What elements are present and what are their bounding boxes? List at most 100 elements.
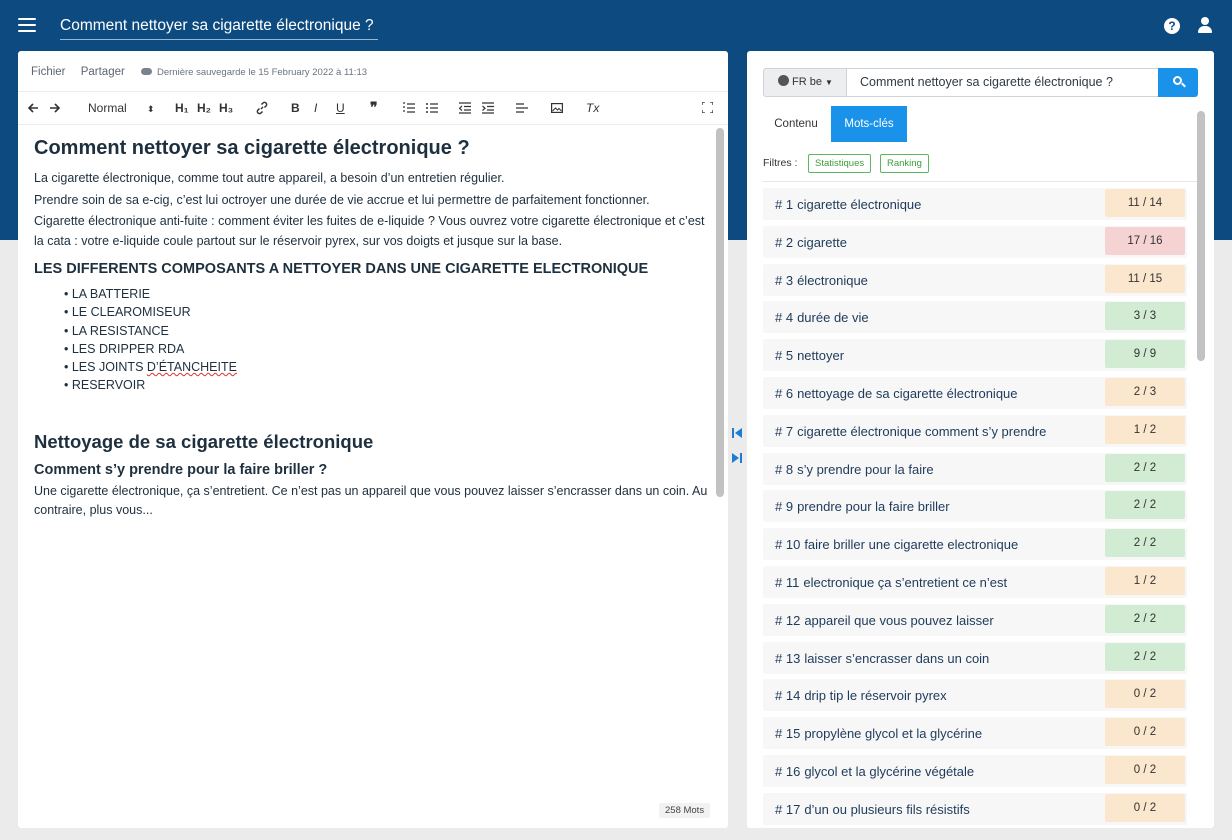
keyword-row[interactable]: # 17 d’un ou plusieurs fils résistifs 0 / … xyxy=(763,792,1187,825)
doc-paragraph-1: La cigarette électronique, comme tout au… xyxy=(34,171,505,185)
keyword-score-badge: 9 / 9 xyxy=(1105,340,1185,369)
doc-paragraph-4: Une cigarette électronique, ça s’entreti… xyxy=(34,483,708,518)
bold-button[interactable]: B xyxy=(291,101,300,115)
filter-ranking[interactable]: Ranking xyxy=(880,154,929,173)
keyword-row[interactable]: # 8 s’y prendre pour la faire 2 / 2 xyxy=(763,452,1187,485)
bullet-list-icon[interactable] xyxy=(426,102,438,114)
clear-format-icon[interactable]: Tx xyxy=(586,101,599,115)
language-select[interactable]: FR be ▼ xyxy=(763,68,847,97)
spellcheck-word[interactable]: D’ÉTANCHEITE xyxy=(147,360,237,374)
keyword-score-badge: 1 / 2 xyxy=(1105,566,1185,595)
menu-icon[interactable] xyxy=(18,18,36,32)
keyword-label: # 2 cigarette xyxy=(775,235,847,250)
keyword-text: appareil que vous pouvez laisser xyxy=(804,612,994,628)
link-icon[interactable] xyxy=(255,101,269,115)
keyword-row[interactable]: # 4 durée de vie 3 / 3 xyxy=(763,301,1187,334)
keyword-row[interactable]: # 12 appareil que vous pouvez laisser 2 / … xyxy=(763,603,1187,636)
keyword-text: s’y prendre pour la faire xyxy=(797,461,934,477)
keyword-text: faire briller une cigarette electronique xyxy=(804,537,1019,553)
keyword-rank: # 12 xyxy=(775,612,801,628)
keyword-label: # 7 cigarette électronique comment s’y pr… xyxy=(775,424,1046,439)
list-item: LES DRIPPER RDA xyxy=(64,340,714,358)
keyword-row[interactable]: # 3 électronique 11 / 15 xyxy=(763,263,1187,296)
fullscreen-icon[interactable] xyxy=(702,102,713,113)
align-icon[interactable] xyxy=(516,102,528,114)
keyword-rank: # 10 xyxy=(775,537,801,553)
format-select[interactable]: Normal xyxy=(88,101,127,115)
help-icon[interactable]: ? xyxy=(1164,18,1180,34)
filter-statistics[interactable]: Statistiques xyxy=(808,154,872,173)
keyword-rank: # 11 xyxy=(775,574,800,590)
outdent-icon[interactable] xyxy=(459,102,471,114)
keyword-text: cigarette électronique xyxy=(797,197,922,212)
list-item: LA RESISTANCE xyxy=(64,322,714,340)
underline-button[interactable]: U xyxy=(336,101,345,115)
file-menu[interactable]: Fichier xyxy=(31,66,66,78)
keyword-label: # 14 drip tip le réservoir pyrex xyxy=(775,688,947,703)
keyword-score-badge: 11 / 15 xyxy=(1105,264,1185,293)
collapse-right-icon[interactable] xyxy=(731,452,743,464)
keyword-row[interactable]: # 2 cigarette 17 / 16 xyxy=(763,225,1187,258)
keyword-label: # 17 d’un ou plusieurs fils résistifs xyxy=(775,802,970,817)
user-icon[interactable] xyxy=(1198,17,1212,34)
indent-icon[interactable] xyxy=(482,102,494,114)
tab-content[interactable]: Contenu xyxy=(763,106,829,142)
keyword-row[interactable]: # 5 nettoyer 9 / 9 xyxy=(763,339,1187,372)
collapse-left-icon[interactable] xyxy=(731,427,743,439)
share-menu[interactable]: Partager xyxy=(81,66,125,78)
panel-scrollbar[interactable] xyxy=(1197,111,1205,361)
keyword-list: # 1 cigarette électronique 11 / 14 # 2 cigar… xyxy=(763,188,1187,828)
keyword-score-badge: 2 / 2 xyxy=(1105,491,1185,520)
keyword-score-badge: 0 / 2 xyxy=(1105,718,1185,747)
search-input[interactable]: Comment nettoyer sa cigarette électroniq… xyxy=(846,68,1159,97)
keyword-text: glycol et la glycérine végétale xyxy=(804,763,975,779)
keyword-label: # 8 s’y prendre pour la faire xyxy=(775,462,934,477)
keyword-text: electronique ça s’entretient ce n’est xyxy=(803,574,1008,590)
select-chevron-icon[interactable]: ⬍ xyxy=(147,102,155,116)
editor-menu: Fichier Partager xyxy=(31,66,137,78)
keyword-row[interactable]: # 16 glycol et la glycérine végétale 0 / 2 xyxy=(763,754,1187,787)
keyword-rank: # 13 xyxy=(775,650,801,666)
keyword-row[interactable]: # 9 prendre pour la faire briller 2 / 2 xyxy=(763,490,1187,523)
keyword-score-badge: 0 / 2 xyxy=(1105,755,1185,784)
keyword-text: électronique xyxy=(797,272,868,288)
keyword-score-badge: 2 / 3 xyxy=(1105,377,1185,406)
doc-heading-3: Comment s’y prendre pour la faire brille… xyxy=(34,461,328,478)
keyword-row[interactable]: # 6 nettoyage de sa cigarette électroniqu… xyxy=(763,376,1187,409)
keyword-rank: # 9 xyxy=(775,499,794,515)
keyword-text: cigarette xyxy=(797,234,847,250)
editor-scrollbar[interactable] xyxy=(716,128,724,497)
redo-icon[interactable] xyxy=(49,102,61,114)
editor-content[interactable]: Comment nettoyer sa cigarette électroniq… xyxy=(34,137,714,523)
keyword-row[interactable]: # 11 electronique ça s’entretient ce n’es… xyxy=(763,565,1187,598)
keyword-row[interactable]: # 13 laisser s’encrasser dans un coin 2 / … xyxy=(763,641,1187,674)
image-icon[interactable] xyxy=(551,102,563,114)
quote-icon[interactable]: ❞ xyxy=(370,100,378,114)
keyword-text: cigarette électronique comment s’y prend… xyxy=(797,423,1047,439)
keyword-rank: # 6 xyxy=(775,385,794,401)
keyword-row[interactable]: # 1 cigarette électronique 11 / 14 xyxy=(763,188,1187,220)
keyword-label: # 4 durée de vie xyxy=(775,310,869,325)
keyword-row[interactable]: # 14 drip tip le réservoir pyrex 0 / 2 xyxy=(763,679,1187,712)
ordered-list-icon[interactable] xyxy=(403,102,415,114)
document-title-input[interactable]: Comment nettoyer sa cigarette électroniq… xyxy=(60,14,378,40)
heading3-button[interactable]: H₃ xyxy=(219,101,233,115)
keyword-text: prendre pour la faire briller xyxy=(797,499,950,515)
keyword-row[interactable]: # 10 faire briller une cigarette electron… xyxy=(763,528,1187,561)
search-button[interactable] xyxy=(1158,68,1198,97)
tab-keywords[interactable]: Mots-clés xyxy=(831,106,907,142)
keyword-row[interactable]: # 15 propylène glycol et la glycérine 0 / … xyxy=(763,717,1187,750)
keyword-row[interactable]: # 7 cigarette électronique comment s’y pr… xyxy=(763,414,1187,447)
heading2-button[interactable]: H₂ xyxy=(197,101,211,115)
keyword-label: # 12 appareil que vous pouvez laisser xyxy=(775,613,994,628)
undo-icon[interactable] xyxy=(27,102,39,114)
doc-paragraph-2: Prendre soin de sa e-cig, c’est lui octr… xyxy=(34,192,650,207)
list-item: RESERVOIR xyxy=(64,376,714,394)
keyword-score-badge: 0 / 2 xyxy=(1105,793,1185,822)
italic-button[interactable]: I xyxy=(314,101,317,115)
keyword-label: # 9 prendre pour la faire briller xyxy=(775,499,950,514)
keyword-score-badge: 17 / 16 xyxy=(1105,226,1185,255)
keyword-text: laisser s’encrasser dans un coin xyxy=(804,650,990,666)
heading1-button[interactable]: H₁ xyxy=(175,101,189,115)
divider xyxy=(763,181,1197,182)
